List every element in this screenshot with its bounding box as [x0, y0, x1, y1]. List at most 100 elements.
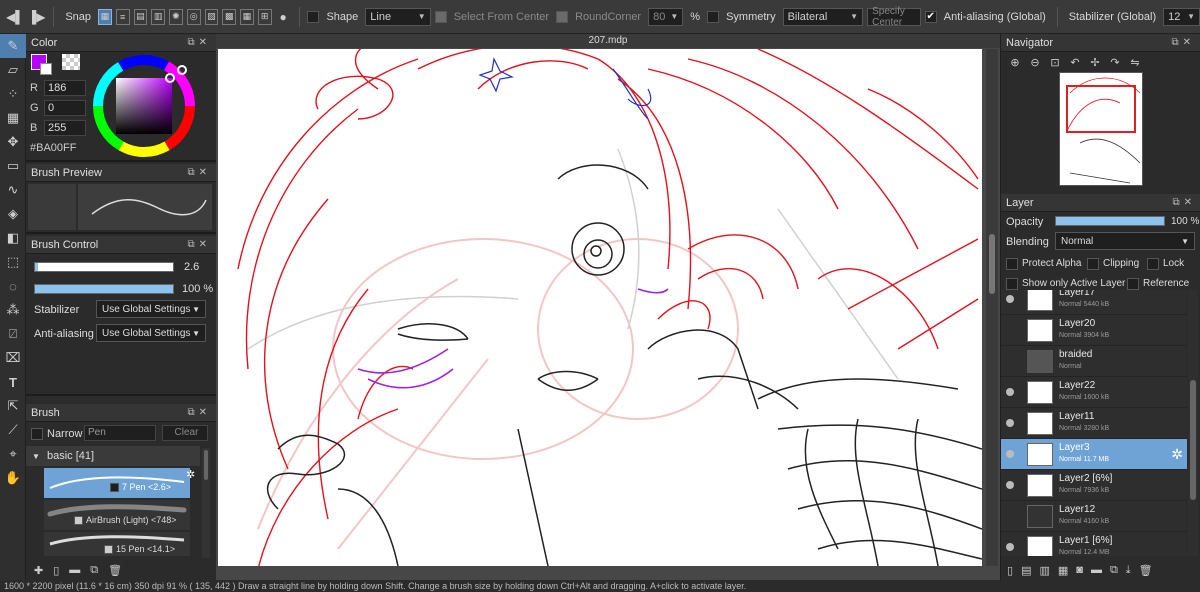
reference-checkbox[interactable]	[1127, 278, 1139, 290]
panel-controls-icon[interactable]: ⧉✕	[187, 167, 211, 178]
narrow-checkbox[interactable]	[31, 428, 43, 440]
fit-icon[interactable]: ⊡	[1047, 56, 1063, 70]
new-layer-icon[interactable]: ▯	[1007, 564, 1013, 577]
brush-opacity-slider[interactable]	[34, 284, 174, 294]
folder-icon[interactable]: ▬	[1091, 564, 1102, 576]
gear-icon[interactable]: ✲	[186, 468, 195, 481]
eye-icon[interactable]	[1006, 295, 1014, 303]
operation-tool-icon[interactable]: ⇱	[0, 394, 26, 418]
trash-icon[interactable]: 🗑	[1139, 564, 1153, 577]
chevron-right-icon[interactable]: ▐▶	[28, 8, 46, 26]
round-corner-checkbox[interactable]	[556, 10, 569, 23]
brush-item-checkbox[interactable]	[110, 483, 119, 492]
layer-row[interactable]: Layer12 Normal 4160 kB	[1001, 501, 1187, 532]
add-brush-icon[interactable]: ✚	[34, 564, 43, 577]
clipping-checkbox[interactable]	[1087, 258, 1099, 270]
zoom-in-icon[interactable]: ⊕	[1007, 56, 1023, 70]
snap-cross-icon[interactable]: ▥	[151, 8, 166, 25]
gradient-tool-icon[interactable]: ◧	[0, 226, 26, 250]
brush-item[interactable]: 15 Pen <14.1>	[44, 532, 190, 556]
zoom-out-icon[interactable]: ⊖	[1027, 56, 1043, 70]
navigator-thumbnail[interactable]	[1059, 72, 1143, 186]
layer-row[interactable]: braided Normal	[1001, 346, 1187, 377]
snap-circle-icon[interactable]: ◎	[186, 8, 201, 25]
blue-input[interactable]: 255	[44, 120, 86, 136]
layer-row[interactable]: Layer2 [6%] Normal 7936 kB	[1001, 470, 1187, 501]
brush-antialiasing-dropdown[interactable]: Use Global Settings ▼	[96, 324, 206, 342]
select-pen-icon[interactable]: ⍁	[0, 322, 26, 346]
folder-icon[interactable]: ▬	[69, 564, 80, 576]
panel-controls-icon[interactable]: ⧉✕	[1171, 37, 1195, 48]
panel-controls-icon[interactable]: ⧉✕	[187, 37, 211, 48]
brush-stabilizer-dropdown[interactable]: Use Global Settings ▼	[96, 300, 206, 318]
brush-size-slider[interactable]	[34, 262, 174, 272]
layer-row[interactable]: Layer20 Normal 3904 kB	[1001, 315, 1187, 346]
snap-grid-icon[interactable]: ▤	[133, 8, 148, 25]
blending-dropdown[interactable]: Normal ▼	[1055, 232, 1195, 250]
snap-perspective-icon[interactable]: ▩	[222, 8, 237, 25]
fill-tool-icon[interactable]: ◈	[0, 202, 26, 226]
grid-tool-icon[interactable]: ▦	[0, 106, 26, 130]
new-layer-1bit-icon[interactable]: ▥	[1039, 564, 1049, 577]
rect-tool-icon[interactable]: ▭	[0, 154, 26, 178]
merge-down-icon[interactable]: ⤓	[1126, 564, 1131, 577]
select-rect-icon[interactable]: ⬚	[0, 250, 26, 274]
brush-item[interactable]: AirBrush (Light) <748>	[44, 500, 190, 530]
snap-curve-icon[interactable]: ▧	[204, 8, 219, 25]
brush-item-checkbox[interactable]	[74, 516, 83, 525]
brush-search-input[interactable]: Pen	[84, 425, 156, 441]
stabilizer-dropdown[interactable]: 12 ▼	[1163, 7, 1200, 26]
new-layer-8bit-icon[interactable]: ▤	[1021, 564, 1031, 577]
reset-rotation-icon[interactable]: ✢	[1087, 56, 1103, 70]
new-halftone-layer-icon[interactable]: ▦	[1058, 564, 1068, 577]
select-eraser-icon[interactable]: ⌧	[0, 346, 26, 370]
green-input[interactable]: 0	[44, 100, 86, 116]
eye-icon[interactable]	[1006, 419, 1014, 427]
eyedropper-icon[interactable]: ⌖	[0, 442, 26, 466]
duplicate-icon[interactable]: ⧉	[90, 564, 98, 577]
curve-tool-icon[interactable]: ∿	[0, 178, 26, 202]
eye-icon[interactable]	[1006, 450, 1014, 458]
chevron-left-icon[interactable]: ◀▌	[6, 8, 24, 26]
symmetry-checkbox[interactable]	[707, 10, 720, 23]
clear-button[interactable]: Clear	[162, 425, 208, 441]
layer-row-active[interactable]: Layer3 Normal 11.7 MB ✲	[1001, 439, 1187, 470]
round-corner-dropdown[interactable]: 80 ▼	[648, 7, 684, 26]
select-from-center-checkbox[interactable]	[434, 10, 447, 23]
snap-radial-icon[interactable]: ✺	[169, 8, 183, 25]
layer-row[interactable]: Layer11 Normal 3280 kB	[1001, 408, 1187, 439]
snap-parallel-icon[interactable]: ≡	[115, 8, 130, 25]
snap-off-icon[interactable]: ▦	[98, 8, 112, 25]
trash-icon[interactable]: 🗑	[108, 564, 122, 577]
red-input[interactable]: 186	[44, 80, 86, 96]
panel-controls-icon[interactable]: ⧉✕	[187, 407, 211, 418]
brush-item[interactable]: 7 Pen <2.6>	[44, 468, 190, 498]
layer-row[interactable]: Layer22 Normal 1600 kB	[1001, 377, 1187, 408]
magic-wand-icon[interactable]: ⁂	[0, 298, 26, 322]
rotate-right-icon[interactable]: ↷	[1107, 56, 1123, 70]
layer-opacity-slider[interactable]	[1055, 216, 1165, 226]
panel-controls-icon[interactable]: ⧉✕	[187, 239, 211, 250]
gear-icon[interactable]: ✲	[1171, 446, 1183, 463]
navigator-view-frame[interactable]	[1066, 85, 1136, 133]
symmetry-dropdown[interactable]: Bilateral ▼	[782, 7, 864, 26]
drawing-canvas[interactable]	[218, 49, 982, 566]
snap-vanish-icon[interactable]: ⊞	[257, 8, 272, 25]
brush-item-checkbox[interactable]	[104, 545, 113, 554]
flip-icon[interactable]: ⇋	[1127, 56, 1143, 70]
shape-dropdown[interactable]: Line ▼	[365, 7, 431, 26]
rotate-left-icon[interactable]: ↶	[1067, 56, 1083, 70]
shape-checkbox[interactable]	[307, 10, 320, 23]
eraser-tool-icon[interactable]: ▱	[0, 58, 26, 82]
snap-perspective2-icon[interactable]: ▦	[240, 8, 254, 25]
layer-row[interactable]: Layer1 [6%] Normal 12.4 MB	[1001, 532, 1187, 556]
lasso-icon[interactable]: ◌	[0, 274, 26, 298]
layer-list-scrollbar[interactable]	[1188, 290, 1198, 556]
eye-icon[interactable]	[1006, 388, 1014, 396]
move-tool-icon[interactable]: ✥	[0, 130, 26, 154]
color-wheel[interactable]	[90, 52, 198, 160]
panel-controls-icon[interactable]: ⧉✕	[1172, 197, 1196, 208]
text-tool-icon[interactable]: T	[0, 370, 26, 394]
eye-icon[interactable]	[1006, 543, 1014, 551]
canvas-vertical-scrollbar[interactable]	[986, 49, 998, 566]
